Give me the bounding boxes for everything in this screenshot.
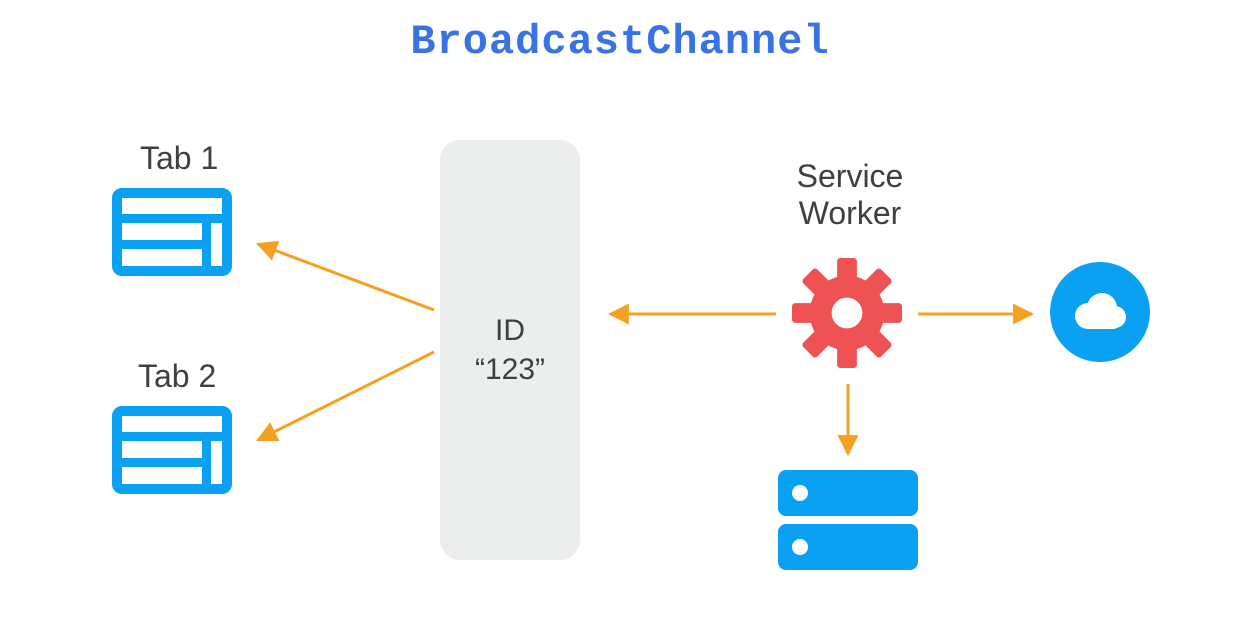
gear-icon	[792, 258, 902, 368]
server-icon	[778, 470, 918, 578]
tab2-label: Tab 2	[138, 358, 216, 395]
browser-window-icon	[112, 188, 232, 276]
diagram-stage: BroadcastChannel Tab 1 Tab 2 ID “123” Se…	[0, 0, 1240, 628]
diagram-title: BroadcastChannel	[0, 18, 1240, 66]
browser-window-icon	[112, 406, 232, 494]
channel-id-label-line2: “123”	[440, 350, 580, 389]
broadcast-channel-box: ID “123”	[440, 140, 580, 560]
cloud-icon	[1050, 262, 1150, 362]
arrow-channel-to-tab2	[258, 352, 434, 440]
arrow-channel-to-tab1	[258, 244, 434, 310]
service-worker-label: Service Worker	[760, 158, 940, 232]
tab1-label: Tab 1	[140, 140, 218, 177]
channel-id-label-line1: ID	[440, 311, 580, 350]
